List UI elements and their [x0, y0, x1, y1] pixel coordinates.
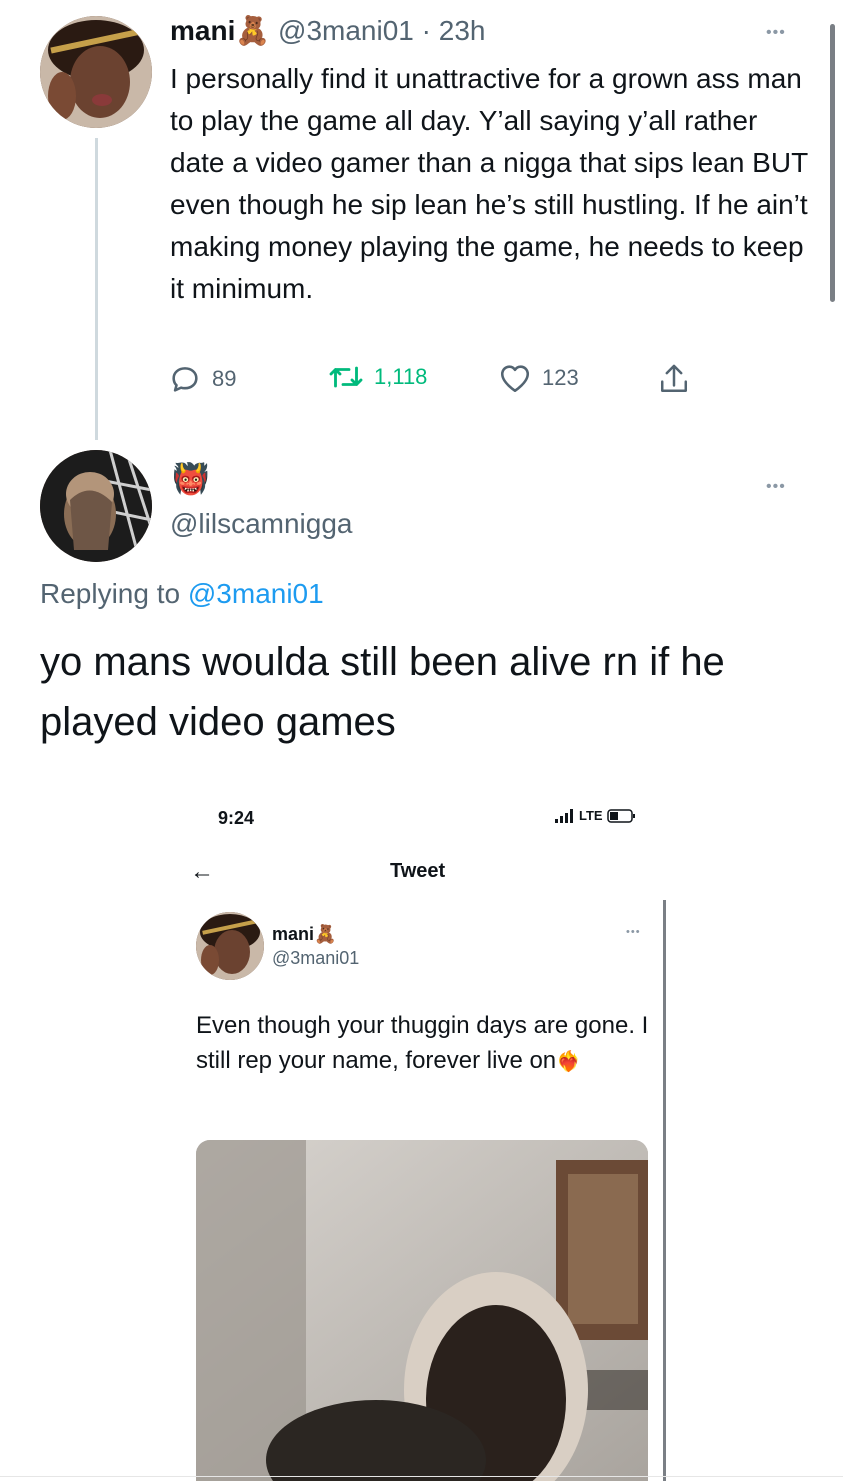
- retweet-icon: [329, 366, 363, 388]
- tweet1-text: I personally find it unattractive for a …: [170, 63, 808, 304]
- avatar-mani[interactable]: [40, 16, 152, 128]
- signal-icon: [555, 808, 573, 823]
- replying-to-line: Replying to @3mani01: [40, 578, 324, 610]
- replying-to-link[interactable]: @3mani01: [188, 578, 324, 609]
- network-label: LTE: [579, 808, 603, 823]
- bottom-divider: [0, 1476, 843, 1477]
- share-icon: [660, 364, 688, 393]
- reply-icon: [172, 367, 198, 392]
- embedded-author-name[interactable]: mani🧸: [272, 924, 336, 945]
- tweet1-header: mani🧸 @3mani01 · 23h: [170, 14, 485, 47]
- battery-icon: [606, 808, 635, 823]
- teddy-bear-emoji: 🧸: [235, 15, 271, 46]
- embedded-author-handle[interactable]: @3mani01: [272, 948, 359, 969]
- back-arrow-icon[interactable]: ←: [190, 858, 214, 886]
- reply-count: 89: [212, 366, 237, 391]
- photo-image: [196, 1140, 648, 1481]
- embedded-tweet-text: Even though your thuggin days are gone. …: [196, 1008, 651, 1080]
- avatar-image: [196, 912, 264, 980]
- like-count: 123: [542, 365, 579, 390]
- avatar-image: [40, 450, 152, 562]
- heart-on-fire-emoji: ❤️‍🔥: [556, 1051, 582, 1073]
- embedded-avatar-mani[interactable]: [196, 912, 264, 980]
- tweet1-action-bar: 89 1,118 123: [168, 362, 728, 402]
- like-icon: [500, 365, 530, 393]
- scrollbar[interactable]: [830, 24, 835, 302]
- thread-connector-line: [95, 138, 98, 440]
- retweet-count: 1,118: [374, 364, 428, 389]
- avatar-lilscamnigga[interactable]: [40, 450, 152, 562]
- reply-button[interactable]: 89: [168, 362, 236, 396]
- nav-title: Tweet: [390, 860, 446, 882]
- retweet-button[interactable]: 1,118: [328, 362, 427, 392]
- tweet1-timestamp[interactable]: · 23h: [422, 15, 486, 46]
- embedded-author-name-text: mani: [272, 924, 315, 944]
- tweet1-author-name[interactable]: mani: [170, 15, 235, 46]
- status-bar-indicators: LTE: [555, 808, 637, 823]
- share-button[interactable]: [658, 362, 690, 396]
- embedded-more-icon[interactable]: •••: [626, 926, 641, 938]
- demon-emoji: 👹: [172, 463, 210, 496]
- teddy-bear-emoji: 🧸: [314, 924, 337, 944]
- status-bar-time: 9:24: [218, 808, 255, 828]
- embedded-scrollbar[interactable]: [663, 900, 666, 1481]
- tweet1-more-icon[interactable]: •••: [766, 24, 786, 42]
- tweet2-author-handle[interactable]: @lilscamnigga: [170, 508, 353, 540]
- embedded-tweet-photo[interactable]: [196, 1140, 648, 1481]
- tweet2-more-icon[interactable]: •••: [766, 478, 786, 496]
- like-button[interactable]: 123: [498, 362, 579, 394]
- tweet2-text: yo mans woulda still been alive rn if he…: [40, 640, 725, 744]
- tweet1-author-handle[interactable]: @3mani01: [278, 15, 414, 46]
- avatar-image: [40, 16, 152, 128]
- replying-to-prefix: Replying to: [40, 578, 181, 609]
